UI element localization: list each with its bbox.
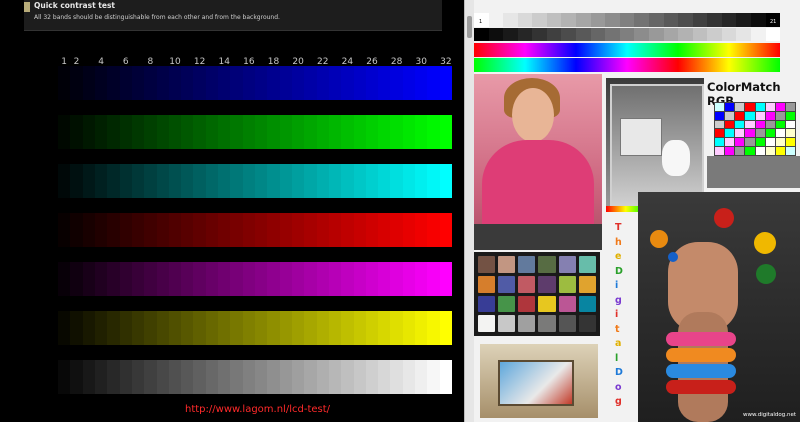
test-image-panel: 1 21 ColorMatch RGB TheDigitalDog www.di… <box>474 0 800 422</box>
vertical-letter: i <box>615 280 619 291</box>
vertical-letter: D <box>615 265 623 277</box>
gray-scale-start-label: 1 <box>479 19 483 25</box>
hand-jewelry-photo: www.digitaldog.net <box>638 192 800 422</box>
vertical-letter: g <box>615 294 622 306</box>
vertical-letter: i <box>615 309 619 320</box>
contrast-band-yellow <box>58 311 452 345</box>
billboard-scene-photo <box>480 344 598 418</box>
colormatch-patch-grid <box>714 102 796 156</box>
vertical-letter: e <box>615 251 622 262</box>
vertical-letter: D <box>615 367 623 378</box>
contrast-band-red <box>58 213 452 247</box>
lcd-test-panel: Quick contrast test All 32 bands should … <box>0 0 464 422</box>
spectrum-bar-bottom <box>474 58 780 72</box>
portrait-photo <box>474 74 602 250</box>
header-marker-icon <box>24 2 30 12</box>
contrast-band-magenta <box>58 262 452 296</box>
test-description: All 32 bands should be distinguishable f… <box>34 14 280 21</box>
test-header: Quick contrast test All 32 bands should … <box>24 0 442 31</box>
gray-scale-end-label: 21 <box>770 19 777 25</box>
contrast-band-green <box>58 115 452 149</box>
contrast-band-cyan <box>58 164 452 198</box>
dog-monitor-photo <box>606 78 704 208</box>
contrast-band-blue <box>58 66 452 100</box>
vertical-letter: t <box>615 323 620 335</box>
vertical-letter: o <box>615 381 622 393</box>
spectrum-bar-top <box>474 43 780 57</box>
vertical-letter: g <box>615 396 622 407</box>
vertical-letter: l <box>615 352 619 364</box>
source-url-link[interactable]: http://www.lagom.nl/lcd-test/ <box>185 404 330 415</box>
vertical-letter: a <box>615 338 622 349</box>
vertical-letter: h <box>615 236 622 248</box>
test-title: Quick contrast test <box>34 1 115 10</box>
scrollbar-thumb[interactable] <box>467 16 472 38</box>
gray-block <box>707 156 800 188</box>
watermark-text: www.digitaldog.net <box>743 412 796 418</box>
contrast-band-gray <box>58 360 452 394</box>
color-checker-chart <box>474 252 600 336</box>
vertical-letter: T <box>615 222 622 233</box>
